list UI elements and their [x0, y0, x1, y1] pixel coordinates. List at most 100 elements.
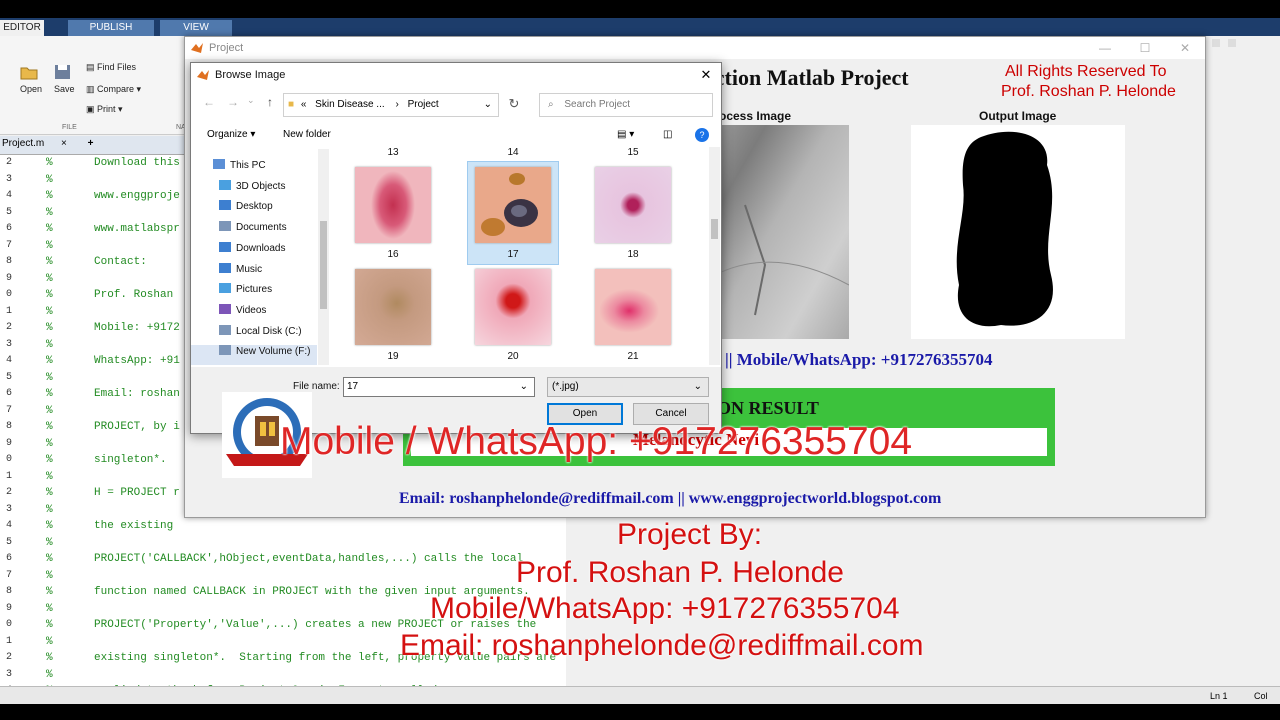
nav-scrollbar[interactable]: [318, 149, 329, 365]
line-number: 1: [5, 635, 12, 647]
file-label-21[interactable]: 21: [593, 351, 673, 362]
nav-item-local-disk-c[interactable]: Local Disk (C:): [219, 323, 302, 341]
process-image: [714, 125, 850, 339]
comment-marker: %: [46, 668, 53, 681]
code-line[interactable]: www.enggproje: [94, 190, 180, 202]
comment-marker: %: [46, 388, 53, 400]
file-label-16[interactable]: 16: [353, 249, 433, 260]
matlab-logo-icon: [197, 70, 209, 80]
file-thumbnail-16[interactable]: [355, 167, 431, 243]
preview-pane-icon[interactable]: ◫: [663, 123, 672, 147]
new-folder-button[interactable]: New folder: [283, 123, 331, 147]
line-number: 1: [5, 470, 12, 482]
file-scrollbar[interactable]: [709, 147, 720, 365]
code-line[interactable]: www.matlabspr: [94, 223, 180, 235]
open-button[interactable]: Open: [20, 64, 42, 94]
code-line[interactable]: H = PROJECT r: [94, 487, 180, 499]
minimize-button[interactable]: —: [1085, 37, 1125, 59]
file-thumbnail-20[interactable]: [475, 269, 551, 345]
file-scroll-thumb[interactable]: [711, 219, 718, 239]
chevron-down-icon[interactable]: ⌄: [484, 94, 492, 116]
line-indicator: Ln 1: [1210, 691, 1228, 701]
file-label-17[interactable]: 17: [473, 249, 553, 260]
dialog-title-bar[interactable]: Browse Image: [191, 63, 721, 87]
tab-publish[interactable]: PUBLISH: [68, 20, 154, 36]
save-button[interactable]: Save: [54, 64, 75, 94]
recent-chevron-icon[interactable]: ⌄: [247, 95, 255, 106]
help-icon[interactable]: ?: [695, 128, 709, 142]
nav-item-downloads[interactable]: Downloads: [219, 240, 285, 258]
nav-item-new-volume-f[interactable]: New Volume (F:): [219, 343, 310, 361]
file-thumbnail-21[interactable]: [595, 269, 671, 345]
code-line[interactable]: the existing: [94, 520, 173, 532]
add-tab-icon[interactable]: +: [88, 138, 94, 149]
back-arrow-icon[interactable]: ←: [203, 95, 215, 109]
nav-item-label: Downloads: [236, 242, 286, 254]
file-thumbnail-18[interactable]: [595, 167, 671, 243]
search-input[interactable]: ⌕ Search Project: [539, 93, 713, 117]
file-thumbnail-19[interactable]: [355, 269, 431, 345]
nav-item-music[interactable]: Music: [219, 261, 262, 279]
file-thumbnail-17[interactable]: [475, 167, 551, 243]
line-number: 5: [5, 206, 12, 218]
breadcrumb-overflow[interactable]: «: [301, 99, 307, 110]
line-number: 9: [5, 602, 12, 614]
compare-button[interactable]: ▥ Compare ▾: [86, 84, 141, 95]
breadcrumb-skin-disease[interactable]: Skin Disease ...: [315, 99, 384, 110]
chevron-down-icon[interactable]: ⌄: [520, 378, 528, 396]
pictures-icon: [219, 283, 231, 294]
view-options-icon[interactable]: ▤ ▾: [617, 123, 634, 147]
address-row: ← → ⌄ ↑ ■ « Skin Disease ... › Project ⌄…: [191, 91, 721, 117]
dialog-close-button[interactable]: ✕: [691, 63, 721, 87]
disk-icon: [219, 324, 231, 335]
file-label-13[interactable]: 13: [353, 147, 433, 158]
code-line[interactable]: Prof. Roshan: [94, 289, 173, 301]
file-name-input[interactable]: 17 ⌄: [343, 377, 535, 397]
nav-scroll-thumb[interactable]: [320, 221, 327, 309]
file-type-select[interactable]: (*.jpg) ⌄: [547, 377, 709, 397]
tab-view[interactable]: VIEW: [160, 20, 232, 36]
code-line[interactable]: Download this: [94, 157, 180, 169]
project-title-bar[interactable]: Project — ☐ ✕: [185, 37, 1205, 59]
nav-item-pictures[interactable]: Pictures: [219, 281, 272, 299]
command-bar: Organize ▾ New folder ▤ ▾ ◫ ?: [191, 123, 721, 147]
editor-tab-project[interactable]: Project.m × +: [2, 138, 93, 149]
close-icon[interactable]: ×: [61, 138, 67, 149]
open-label: Open: [20, 84, 43, 94]
nav-item-documents[interactable]: Documents: [219, 219, 287, 237]
code-line[interactable]: Mobile: +9172: [94, 322, 180, 334]
maximize-button[interactable]: ☐: [1125, 37, 1165, 59]
nav-item-this-pc[interactable]: This PC: [213, 157, 266, 175]
nav-item-desktop[interactable]: Desktop: [219, 198, 273, 216]
file-label-18[interactable]: 18: [593, 249, 673, 260]
code-line[interactable]: PROJECT, by i: [94, 421, 180, 433]
refresh-button[interactable]: ↻: [503, 93, 525, 115]
nav-item-label: Documents: [236, 222, 287, 234]
file-label-19[interactable]: 19: [353, 351, 433, 362]
nav-item-videos[interactable]: Videos: [219, 302, 266, 320]
code-line[interactable]: Contact:: [94, 256, 147, 268]
line-number: 0: [5, 454, 12, 465]
find-files-button[interactable]: ▤ Find Files: [86, 62, 136, 73]
close-button[interactable]: ✕: [1165, 37, 1205, 59]
nav-item-3d-objects[interactable]: 3D Objects: [219, 178, 285, 196]
organize-button[interactable]: Organize ▾: [207, 123, 255, 147]
status-bar: Ln 1 Col: [0, 686, 1280, 705]
code-line[interactable]: singleton*.: [94, 454, 167, 466]
up-arrow-icon[interactable]: ↑: [267, 95, 273, 109]
code-line[interactable]: Email: roshan: [94, 388, 180, 400]
file-label-14[interactable]: 14: [473, 147, 553, 158]
nav-item-label: 3D Objects: [236, 180, 286, 192]
breadcrumb-project[interactable]: Project: [408, 99, 439, 110]
chevron-down-icon[interactable]: ⌄: [694, 378, 702, 396]
code-line[interactable]: PROJECT('CALLBACK',hObject,eventData,han…: [94, 553, 523, 565]
overlay-mobile: Mobile/WhatsApp: +917276355704: [430, 592, 900, 625]
tab-editor[interactable]: EDITOR: [0, 20, 44, 36]
file-label-20[interactable]: 20: [473, 351, 553, 362]
code-line[interactable]: WhatsApp: +91: [94, 355, 180, 367]
file-label-15[interactable]: 15: [593, 147, 673, 158]
comment-marker: %: [46, 223, 53, 235]
print-button[interactable]: ▣ Print ▾: [86, 104, 123, 115]
forward-arrow-icon[interactable]: →: [227, 95, 239, 109]
address-bar[interactable]: ■ « Skin Disease ... › Project ⌄: [283, 93, 499, 117]
